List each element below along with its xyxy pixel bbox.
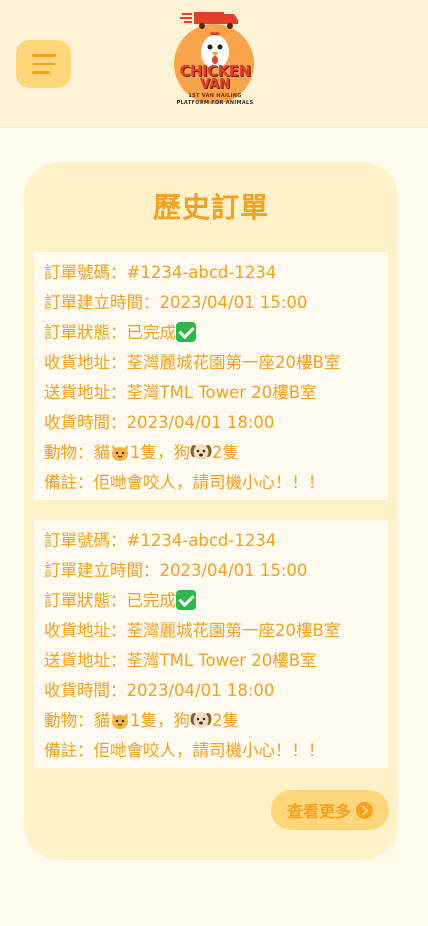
animals: 動物：貓 1隻，狗 2隻	[44, 706, 388, 736]
order-created-time: 訂單建立時間：2023/04/01 15:00	[44, 293, 308, 312]
menu-bar	[31, 62, 56, 66]
check-mark-icon	[176, 589, 196, 610]
check-mark-icon	[176, 321, 196, 342]
view-more-button[interactable]: 查看更多	[271, 790, 389, 830]
order-note: 備註：佢哋會咬人，請司機小心！！！	[44, 741, 325, 760]
cat-face-icon	[112, 713, 128, 729]
logo-text-van: VAN	[199, 77, 231, 92]
order-number: 訂單號碼：#1234-abcd-1234	[44, 531, 277, 550]
order-item[interactable]: 訂單號碼：#1234-abcd-1234 訂單建立時間：2023/04/01 1…	[34, 520, 388, 768]
dog-face-icon	[190, 712, 212, 728]
truck-icon	[180, 12, 238, 29]
animals-text: 2隻	[212, 443, 239, 462]
order-status: 訂單狀態：已完成	[44, 586, 388, 616]
animals-text: 1隻，狗	[130, 711, 190, 730]
pickup-time: 收貨時間：2023/04/01 18:00	[44, 413, 275, 432]
animals: 動物：貓 1隻，狗 2隻	[44, 438, 388, 468]
animals-text: 1隻，狗	[130, 443, 190, 462]
order-number: 訂單號碼：#1234-abcd-1234	[44, 263, 277, 282]
animals-text: 動物：貓	[44, 443, 110, 462]
dog-face-icon	[190, 444, 212, 460]
chevron-right-circle-icon	[356, 801, 373, 819]
dropoff-address: 送貨地址：荃灣TML Tower 20樓B室	[44, 651, 317, 670]
page-title: 歷史訂單	[152, 191, 269, 224]
pickup-address: 收貨地址：荃灣麗城花園第一座20樓B室	[44, 353, 341, 372]
order-status: 訂單狀態：已完成	[44, 318, 388, 348]
dropoff-address: 送貨地址：荃灣TML Tower 20樓B室	[44, 383, 317, 402]
logo-tagline: 1ST VAN HAILING	[188, 93, 242, 99]
order-note: 備註：佢哋會咬人，請司機小心！！！	[44, 473, 325, 492]
order-status-text: 訂單狀態：已完成	[44, 323, 176, 342]
order-history-card: 歷史訂單 訂單號碼：#1234-abcd-1234 訂單建立時間：2023/04…	[24, 162, 398, 860]
pickup-address: 收貨地址：荃灣麗城花園第一座20樓B室	[44, 621, 341, 640]
order-created-time: 訂單建立時間：2023/04/01 15:00	[44, 561, 308, 580]
logo-tagline: PLATFORM FOR ANIMALS	[176, 100, 254, 106]
menu-bar	[31, 54, 56, 57]
pickup-time: 收貨時間：2023/04/01 18:00	[44, 681, 275, 700]
app-header: CHICKEN VAN 1ST VAN HAILING PLATFORM FOR…	[0, 0, 428, 128]
animals-text: 動物：貓	[44, 711, 110, 730]
order-status-text: 訂單狀態：已完成	[44, 591, 176, 610]
hamburger-menu-button[interactable]	[16, 40, 71, 88]
menu-bar	[31, 71, 50, 74]
cat-face-icon	[112, 445, 128, 461]
chicken-van-logo[interactable]: CHICKEN VAN 1ST VAN HAILING PLATFORM FOR…	[172, 8, 258, 108]
animals-text: 2隻	[212, 711, 239, 730]
view-more-label: 查看更多	[286, 802, 351, 821]
order-item[interactable]: 訂單號碼：#1234-abcd-1234 訂單建立時間：2023/04/01 1…	[34, 252, 388, 500]
